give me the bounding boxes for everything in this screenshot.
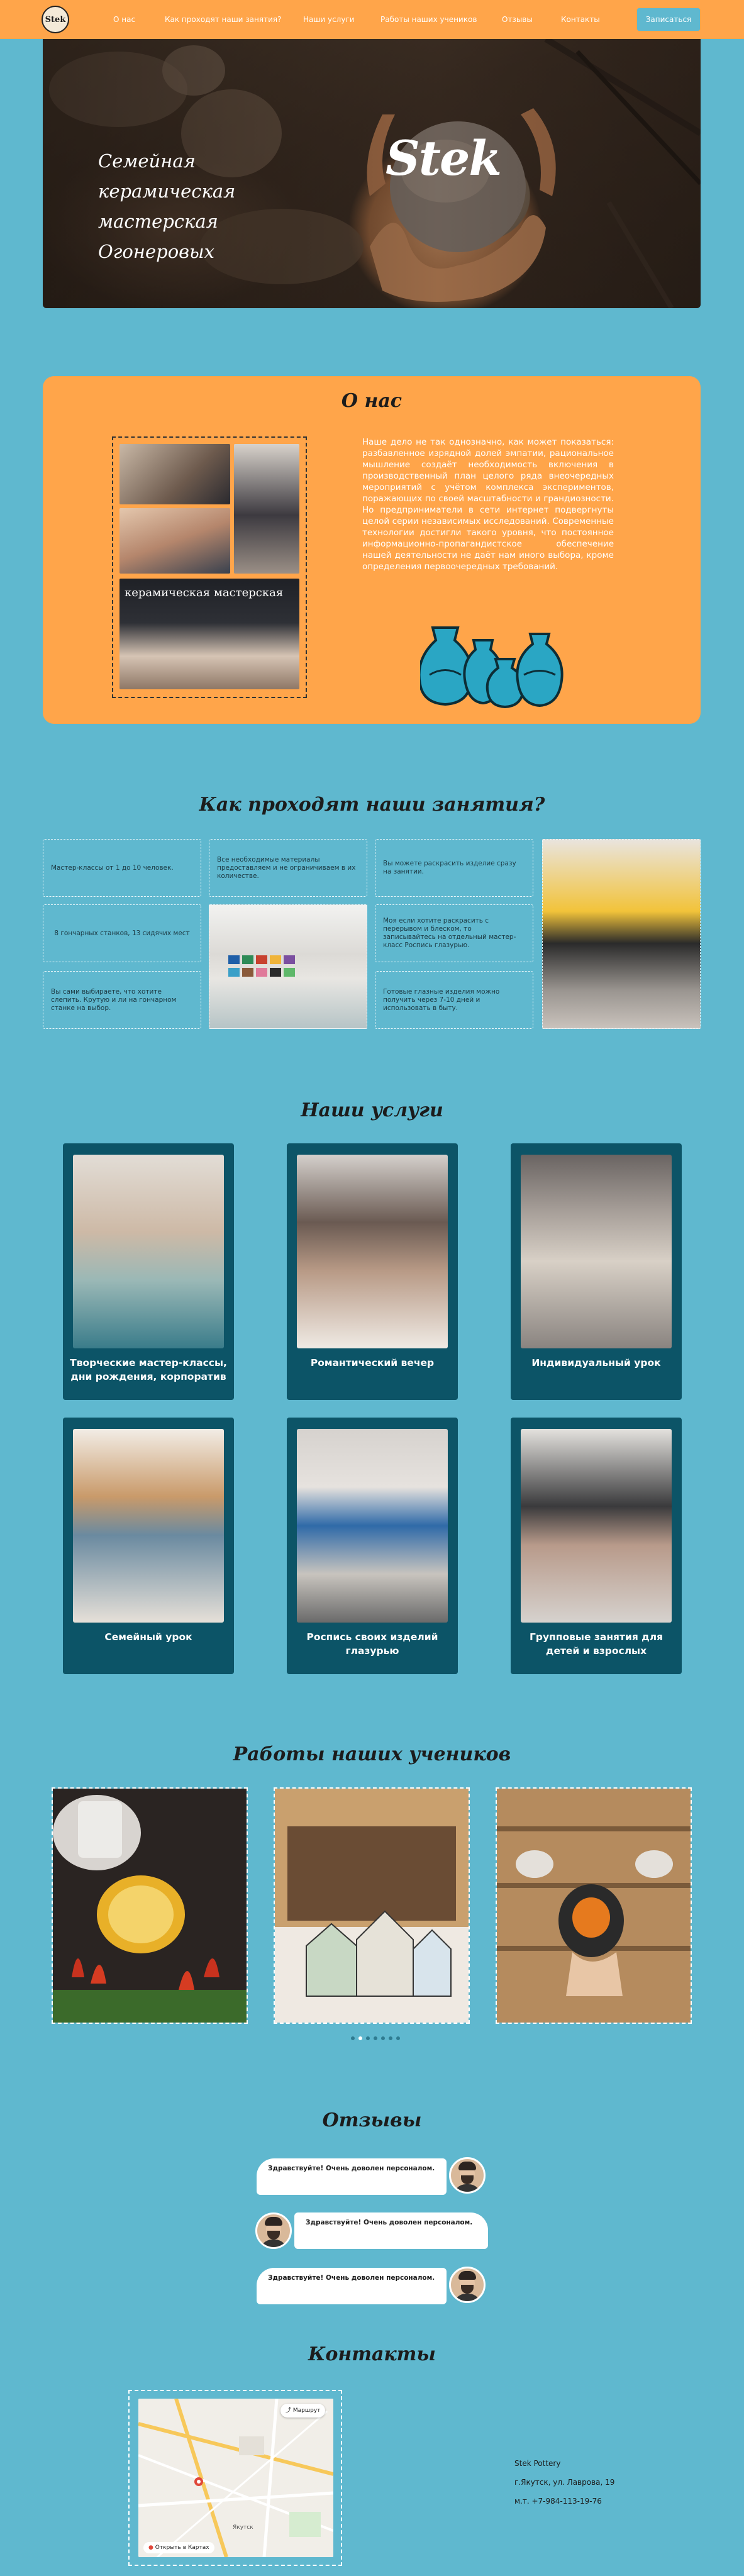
service-label: Индивидуальный урок bbox=[531, 1357, 661, 1368]
works-title: Работы наших учеников bbox=[233, 1743, 511, 1765]
banner-text: керамическая мастерская bbox=[125, 586, 284, 599]
photo-child-wheel bbox=[119, 508, 230, 574]
header: Stek О нас Как проходят наши занятия? На… bbox=[0, 0, 744, 39]
map[interactable]: ⤴ Маршрут Якутск ● Открыть в Картах bbox=[138, 2399, 333, 2557]
map-pin-icon: ● bbox=[148, 2545, 155, 2551]
reviewer-avatar bbox=[255, 2212, 292, 2249]
map-route-label: Маршрут bbox=[292, 2407, 321, 2414]
vases-illustration bbox=[420, 626, 564, 709]
nav-link-reviews[interactable]: Отзывы bbox=[502, 15, 533, 24]
service-label: Роспись своих изделий глазурью bbox=[306, 1631, 438, 1657]
contact-address: г.Якутск, ул. Лаврова, 19 bbox=[514, 2478, 615, 2487]
photo-glaze-palette bbox=[209, 904, 367, 1029]
nav-link-classes[interactable]: Как проходят наши занятия? bbox=[165, 15, 281, 24]
photo-girl-teacher bbox=[234, 444, 299, 574]
photo-kids-clay bbox=[119, 444, 230, 504]
service-card[interactable]: Семейный урок bbox=[63, 1418, 234, 1674]
glaze-swatches bbox=[228, 955, 295, 977]
services-title: Наши услуги bbox=[301, 1099, 443, 1121]
process-cell: Моя если хотите раскрасить с перерывом и… bbox=[375, 904, 533, 962]
process-cell-text: Вы сами выбираете, что хотите слепить. К… bbox=[51, 987, 177, 1012]
service-photo bbox=[521, 1429, 672, 1623]
map-route-button[interactable]: ⤴ Маршрут bbox=[280, 2404, 326, 2418]
process-cell-text: Все необходимые материалы предоставляем … bbox=[217, 855, 356, 880]
work-slide[interactable] bbox=[52, 1787, 248, 2024]
service-photo bbox=[73, 1155, 224, 1348]
nav-link-works[interactable]: Работы наших учеников bbox=[380, 15, 477, 24]
pagination-dot[interactable] bbox=[374, 2036, 377, 2040]
map-streets bbox=[138, 2399, 333, 2557]
open-in-maps-link[interactable]: ● Открыть в Картах bbox=[143, 2542, 214, 2553]
route-icon: ⤴ bbox=[286, 2407, 293, 2414]
service-label: Групповые занятия для детей и взрослых bbox=[529, 1631, 663, 1657]
work-photo bbox=[53, 1789, 247, 2023]
map-place-label: Якутск bbox=[233, 2524, 253, 2531]
about-section: О нас керамическая мастерская Наше дело … bbox=[43, 376, 701, 724]
photo-family-banner: керамическая мастерская bbox=[119, 579, 299, 689]
process-title: Как проходят наши занятия? bbox=[199, 794, 545, 816]
service-card[interactable]: Групповые занятия для детей и взрослых bbox=[511, 1418, 682, 1674]
review-text: Здравствуйте! Очень доволен персоналом. bbox=[306, 2219, 473, 2226]
process-cell: Готовые глазные изделия можно получить ч… bbox=[375, 971, 533, 1029]
pagination-dot[interactable] bbox=[381, 2036, 385, 2040]
nav-link-about[interactable]: О нас bbox=[113, 15, 135, 24]
service-photo bbox=[297, 1155, 448, 1348]
work-photo bbox=[497, 1789, 691, 2023]
process-cell: Все необходимые материалы предоставляем … bbox=[209, 839, 367, 897]
work-slide[interactable] bbox=[274, 1787, 470, 2024]
pagination-dot[interactable] bbox=[351, 2036, 355, 2040]
map-frame: ⤴ Маршрут Якутск ● Открыть в Картах bbox=[128, 2390, 342, 2566]
logo-text: Stek bbox=[45, 14, 66, 25]
work-photo bbox=[275, 1789, 469, 2023]
about-title: О нас bbox=[341, 390, 403, 412]
process-cell: 8 гончарных станков, 13 сидячих мест bbox=[43, 904, 201, 962]
hero-banner: Семейная керамическая мастерская Огонеро… bbox=[43, 39, 701, 308]
about-text: Наше дело не так однозначно, как может п… bbox=[362, 437, 614, 572]
pagination-dot[interactable] bbox=[358, 2036, 362, 2040]
service-photo bbox=[297, 1429, 448, 1623]
process-cell: Мастер-классы от 1 до 10 человек. bbox=[43, 839, 201, 897]
reviewer-avatar bbox=[449, 2157, 486, 2194]
contact-name: Stek Pottery bbox=[514, 2459, 561, 2468]
open-in-maps-label: Открыть в Картах bbox=[155, 2545, 209, 2551]
pagination-dot[interactable] bbox=[389, 2036, 392, 2040]
process-cell-text: 8 гончарных станков, 13 сидячих мест bbox=[54, 929, 190, 937]
hero-brand: Stek bbox=[386, 130, 502, 186]
service-label: Творческие мастер-классы, дни рождения, … bbox=[70, 1357, 227, 1382]
work-slide[interactable] bbox=[496, 1787, 692, 2024]
process-cell-text: Готовые глазные изделия можно получить ч… bbox=[383, 987, 500, 1012]
service-label: Романтический вечер bbox=[310, 1357, 435, 1368]
review-bubble: Здравствуйте! Очень доволен персоналом. bbox=[257, 2158, 447, 2195]
reviewer-avatar bbox=[449, 2267, 486, 2303]
contacts-title: Контакты bbox=[308, 2343, 436, 2365]
process-cell-text: Мастер-классы от 1 до 10 человек. bbox=[51, 863, 174, 872]
reviews-title: Отзывы bbox=[322, 2109, 422, 2131]
photo-girl-pottery bbox=[542, 839, 701, 1029]
logo[interactable]: Stek bbox=[42, 6, 69, 33]
process-cell: Вы можете раскрасить изделие сразу на за… bbox=[375, 839, 533, 897]
service-label: Семейный урок bbox=[104, 1631, 192, 1643]
review-bubble: Здравствуйте! Очень доволен персоналом. bbox=[294, 2212, 488, 2249]
hero-title: Семейная керамическая мастерская Огонеро… bbox=[98, 150, 236, 262]
review-text: Здравствуйте! Очень доволен персоналом. bbox=[268, 2274, 435, 2282]
contact-phone[interactable]: м.т. +7-984-113-19-76 bbox=[514, 2497, 602, 2506]
nav-link-services[interactable]: Наши услуги bbox=[303, 15, 355, 24]
service-photo bbox=[73, 1429, 224, 1623]
process-cell-text: Вы можете раскрасить изделие сразу на за… bbox=[383, 860, 516, 875]
service-photo bbox=[521, 1155, 672, 1348]
service-card[interactable]: Индивидуальный урок bbox=[511, 1143, 682, 1400]
pagination-dot[interactable] bbox=[366, 2036, 370, 2040]
about-photo-collage: керамическая мастерская bbox=[112, 436, 307, 698]
service-card[interactable]: Роспись своих изделий глазурью bbox=[287, 1418, 458, 1674]
service-card[interactable]: Романтический вечер bbox=[287, 1143, 458, 1400]
process-cell-text: Моя если хотите раскрасить с перерывом и… bbox=[383, 917, 516, 949]
nav-link-contacts[interactable]: Контакты bbox=[561, 15, 600, 24]
pagination-dot[interactable] bbox=[396, 2036, 400, 2040]
signup-button[interactable]: Записаться bbox=[637, 8, 700, 31]
process-cell: Вы сами выбираете, что хотите слепить. К… bbox=[43, 971, 201, 1029]
review-bubble: Здравствуйте! Очень доволен персоналом. bbox=[257, 2268, 447, 2304]
works-pagination bbox=[351, 2036, 400, 2041]
review-text: Здравствуйте! Очень доволен персоналом. bbox=[268, 2165, 435, 2172]
service-card[interactable]: Творческие мастер-классы, дни рождения, … bbox=[63, 1143, 234, 1400]
